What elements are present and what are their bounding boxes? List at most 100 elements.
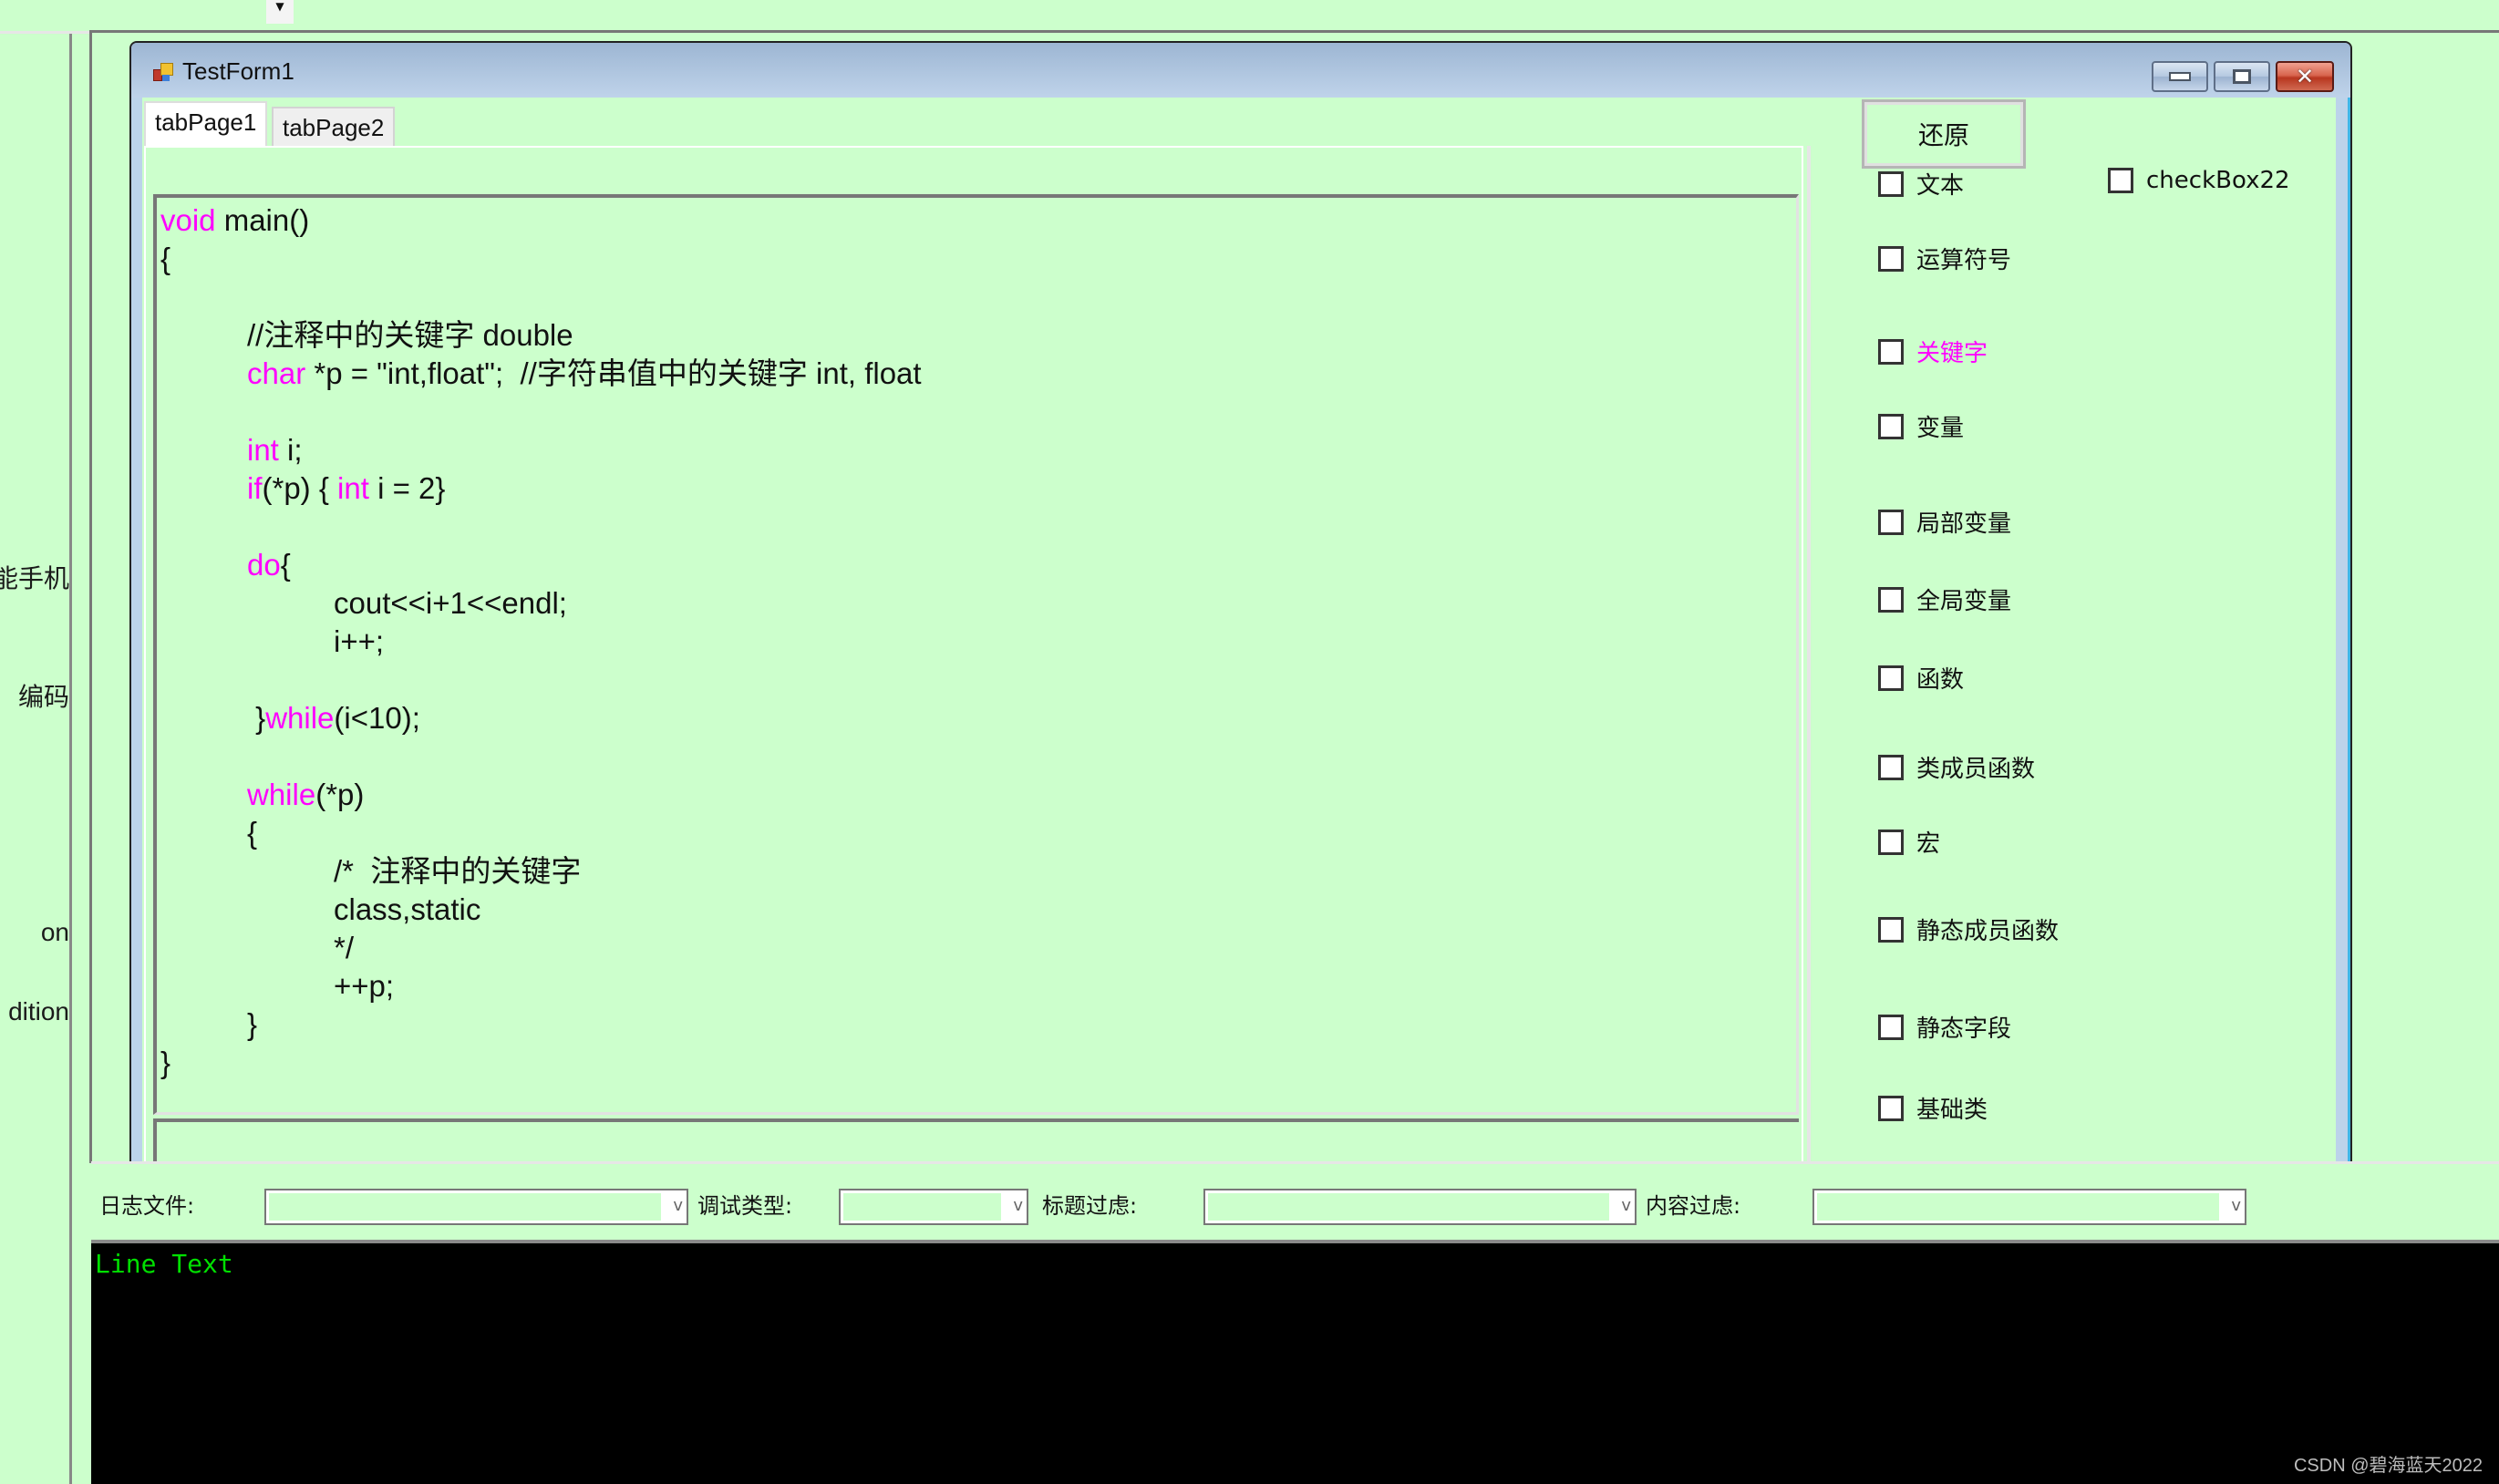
code-token: { <box>160 816 258 850</box>
checkbox-item[interactable]: 宏 <box>1878 825 1940 859</box>
checkbox-item[interactable]: 变量 <box>1878 409 1964 443</box>
maximize-icon <box>2233 69 2251 84</box>
testform-window: TestForm1 ✕ tabPage1 tabPage2 void main(… <box>129 41 2352 1163</box>
code-line: //注释中的关键字 double <box>160 318 573 352</box>
window-client-area: tabPage1 tabPage2 void main() { //注释中的关键… <box>142 98 2336 1163</box>
code-token: //注释中的关键字 double <box>160 318 573 352</box>
code-line: i++; <box>160 624 384 658</box>
code-keyword: do <box>247 548 281 582</box>
checkbox-label: 文本 <box>1916 172 1965 200</box>
code-line: class,static <box>160 892 480 926</box>
content-filter-combobox[interactable]: v <box>1812 1189 2246 1225</box>
left-panel-item[interactable]: dition <box>8 997 69 1026</box>
checkbox-label: 函数 <box>1916 666 1965 694</box>
left-panel-item[interactable]: 编码 <box>18 677 69 714</box>
maximize-button[interactable] <box>2214 61 2270 92</box>
debug-type-label: 调试类型: <box>697 1193 793 1219</box>
code-token: } <box>160 1046 171 1079</box>
code-keyword: while <box>265 701 335 735</box>
tab-tabpage1[interactable]: tabPage1 <box>144 101 268 146</box>
code-line: do{ <box>160 548 291 582</box>
checkbox-item[interactable]: 静态成员函数 <box>1878 912 2059 946</box>
code-line: char *p = "int,float"; //字符串值中的关键字 int, … <box>160 356 922 390</box>
checkbox-square-icon[interactable] <box>1878 338 1904 365</box>
code-line: ++p; <box>160 969 394 1003</box>
checkbox-square-icon[interactable] <box>1878 170 1904 197</box>
checkbox-square-icon[interactable] <box>2108 168 2133 193</box>
checkbox-item[interactable]: 基础类 <box>1878 1091 1988 1125</box>
watermark: CSDN @碧海蓝天2022 <box>2293 1456 2483 1476</box>
debug-type-combobox[interactable]: v <box>839 1189 1028 1225</box>
log-file-label: 日志文件: <box>99 1193 195 1219</box>
left-panel-item[interactable]: on <box>41 918 69 947</box>
checkbox-square-icon[interactable] <box>1878 413 1904 439</box>
checkbox-item[interactable]: 类成员函数 <box>1878 750 2035 784</box>
code-token: } <box>160 701 266 735</box>
debug-type-value <box>843 1193 1001 1221</box>
code-line: }while(i<10); <box>160 701 420 735</box>
left-side-panel: 智能手机 编码 on dition <box>0 34 72 1484</box>
code-keyword: void <box>160 203 216 237</box>
left-panel-item[interactable]: 智能手机 <box>0 559 69 595</box>
log-file-combobox[interactable]: v <box>264 1189 688 1225</box>
code-token: i++; <box>160 624 385 658</box>
tab-tabpage2[interactable]: tabPage2 <box>272 107 396 146</box>
code-line: } <box>160 1046 170 1079</box>
checkbox-square-icon[interactable] <box>1878 665 1904 691</box>
code-token: (*p) <box>315 778 365 811</box>
code-line: } <box>160 1007 257 1041</box>
checkbox-label: 静态成员函数 <box>1916 918 2060 945</box>
code-token: { <box>280 548 291 582</box>
code-token: main() <box>215 203 310 237</box>
secondary-textbox[interactable] <box>153 1118 1799 1163</box>
checkbox-item[interactable]: 关键字 <box>1878 335 1988 368</box>
checkbox-square-icon[interactable] <box>1878 509 1904 535</box>
code-token: cout<<i+1<<endl; <box>160 586 567 620</box>
checkbox-item[interactable]: checkBox22 <box>2108 167 2290 194</box>
minimize-button[interactable] <box>2152 61 2208 92</box>
console-line-text: Line Text <box>95 1249 233 1279</box>
content-filter-value <box>1817 1193 2219 1221</box>
checkbox-square-icon[interactable] <box>1878 916 1904 943</box>
log-console[interactable]: Line Text <box>91 1240 2499 1484</box>
checkbox-square-icon[interactable] <box>1878 586 1904 613</box>
code-line: void main() <box>160 203 309 237</box>
code-token: */ <box>160 931 355 964</box>
checkbox-label: checkBox22 <box>2146 167 2290 194</box>
close-icon: ✕ <box>2295 64 2315 89</box>
restore-button[interactable]: 还原 <box>1862 99 2026 169</box>
code-richtextbox[interactable]: void main() { //注释中的关键字 double char *p =… <box>153 194 1799 1115</box>
code-line: int i; <box>160 433 303 467</box>
window-titlebar[interactable]: TestForm1 ✕ <box>131 43 2350 98</box>
checkbox-square-icon[interactable] <box>1878 1014 1904 1040</box>
content-filter-label: 内容过虑: <box>1646 1193 1741 1219</box>
checkbox-item[interactable]: 文本 <box>1878 167 1964 201</box>
triangle-down-icon: ▼ <box>275 0 284 13</box>
code-keyword: while <box>247 778 316 811</box>
minimize-icon <box>2169 72 2191 81</box>
title-filter-combobox[interactable]: v <box>1203 1189 1637 1225</box>
splitter[interactable] <box>1807 146 1811 1163</box>
checkbox-label: 基础类 <box>1916 1097 1988 1124</box>
checkbox-square-icon[interactable] <box>1878 1095 1904 1121</box>
checkbox-item[interactable]: 运算符号 <box>1878 242 2011 275</box>
checkbox-item[interactable]: 局部变量 <box>1878 505 2011 539</box>
close-button[interactable]: ✕ <box>2276 61 2334 92</box>
checkbox-item[interactable]: 全局变量 <box>1878 582 2011 616</box>
checkbox-square-icon[interactable] <box>1878 754 1904 780</box>
checkbox-label: 运算符号 <box>1916 247 2012 274</box>
chevron-down-icon: v <box>1621 1196 1631 1215</box>
checkbox-item[interactable]: 静态字段 <box>1878 1010 2011 1044</box>
checkbox-square-icon[interactable] <box>1878 245 1904 272</box>
code-token: class,static <box>160 892 481 926</box>
checkbox-square-icon[interactable] <box>1878 829 1904 855</box>
top-dropdown-button[interactable]: ▼ <box>266 0 294 24</box>
checkbox-item[interactable]: 函数 <box>1878 661 1964 695</box>
chevron-down-icon: v <box>1013 1196 1023 1215</box>
code-keyword: int <box>337 471 369 505</box>
